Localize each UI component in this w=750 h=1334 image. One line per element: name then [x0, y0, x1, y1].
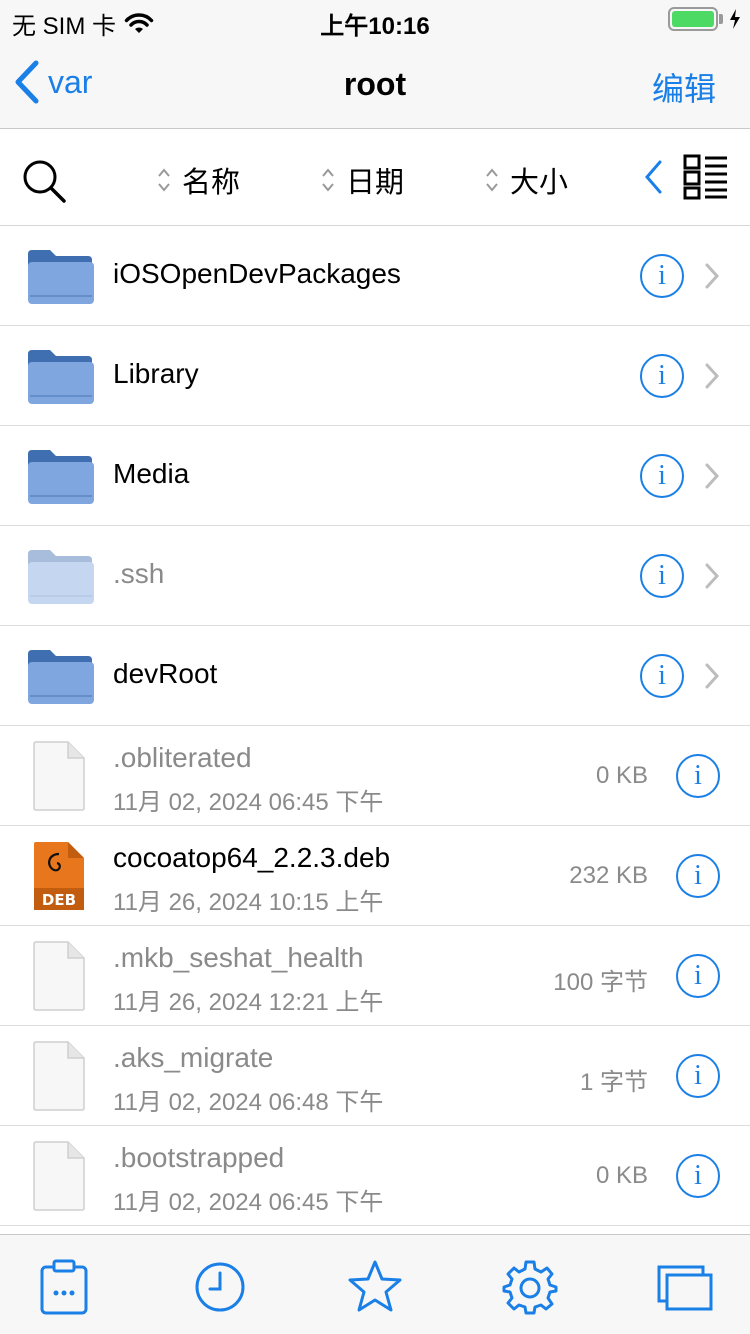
charging-bolt-icon — [730, 9, 740, 29]
document-icon — [33, 1041, 85, 1111]
sort-by-size[interactable]: 大小 — [484, 159, 568, 201]
item-size: 1 字节 — [579, 1069, 648, 1096]
item-date: 11月 02, 2024 06:45 下午 — [113, 1189, 384, 1216]
battery-icon — [668, 7, 723, 31]
page-title: root — [343, 66, 407, 102]
item-name: Media — [113, 458, 190, 489]
battery-tip — [719, 14, 723, 24]
item-name: .aks_migrate — [113, 1042, 274, 1073]
item-name: devRoot — [113, 658, 218, 689]
list-item[interactable]: DEB cocoatop64_2.2.3.deb 11月 26, 2024 10… — [0, 826, 750, 926]
chevron-right-icon — [705, 663, 720, 689]
tab-bar — [0, 1234, 750, 1334]
item-date: 11月 02, 2024 06:48 下午 — [113, 1089, 384, 1116]
status-bar: 无 SIM 卡 上午10:16 — [0, 0, 750, 40]
folder-icon — [28, 350, 94, 404]
sort-by-date[interactable]: 日期 — [320, 159, 404, 201]
item-name: Library — [113, 358, 199, 389]
deb-package-icon: DEB — [34, 842, 84, 910]
info-icon[interactable]: i — [640, 354, 684, 398]
list-view-icon[interactable] — [683, 154, 729, 200]
sort-date-label: 日期 — [346, 167, 405, 199]
item-name: .obliterated — [113, 742, 252, 773]
info-icon[interactable]: i — [640, 654, 684, 698]
info-icon[interactable]: i — [676, 954, 720, 998]
document-icon — [33, 941, 85, 1011]
battery-indicator — [668, 7, 742, 31]
star-icon[interactable] — [345, 1257, 405, 1317]
item-size: 0 KB — [595, 762, 648, 789]
item-name: .ssh — [113, 558, 165, 589]
info-icon[interactable]: i — [640, 454, 684, 498]
item-size: 232 KB — [569, 862, 648, 889]
list-item[interactable]: devRoot i — [0, 626, 750, 726]
item-name: .mkb_seshat_health — [113, 942, 364, 973]
file-list: iOSOpenDevPackages i Library i Media i .… — [0, 226, 750, 1226]
sort-arrows-icon — [486, 168, 498, 192]
clipboard-icon[interactable] — [34, 1257, 94, 1317]
list-item[interactable]: Media i — [0, 426, 750, 526]
folder-icon — [28, 450, 94, 504]
item-date: 11月 02, 2024 06:45 下午 — [113, 789, 384, 816]
list-item[interactable]: .aks_migrate 11月 02, 2024 06:48 下午 1 字节 … — [0, 1026, 750, 1126]
list-item[interactable]: .obliterated 11月 02, 2024 06:45 下午 0 KB … — [0, 726, 750, 826]
navigation-bar: var root 编辑 — [0, 40, 750, 129]
edit-button[interactable]: 编辑 — [652, 64, 716, 110]
sort-by-name[interactable]: 名称 — [156, 159, 240, 201]
gear-icon[interactable] — [500, 1257, 560, 1317]
item-name: iOSOpenDevPackages — [113, 258, 401, 289]
list-item[interactable]: Library i — [0, 326, 750, 426]
item-name: .bootstrapped — [113, 1142, 285, 1173]
item-date: 11月 26, 2024 12:21 上午 — [113, 989, 384, 1016]
info-icon[interactable]: i — [676, 754, 720, 798]
sort-arrows-icon — [322, 168, 334, 192]
windows-icon[interactable] — [655, 1257, 715, 1317]
list-item[interactable]: iOSOpenDevPackages i — [0, 226, 750, 326]
item-name: cocoatop64_2.2.3.deb — [113, 842, 391, 873]
chevron-right-icon — [705, 363, 720, 389]
clock-icon[interactable] — [190, 1257, 250, 1317]
battery-fill — [672, 11, 714, 27]
chevron-right-icon — [705, 263, 720, 289]
item-date: 11月 26, 2024 10:15 上午 — [113, 889, 384, 916]
list-item[interactable]: .bootstrapped 11月 02, 2024 06:45 下午 0 KB… — [0, 1126, 750, 1226]
info-icon[interactable]: i — [640, 554, 684, 598]
sort-arrows-icon — [158, 168, 170, 192]
sort-bar: 名称 日期 大小 — [0, 129, 750, 226]
info-icon[interactable]: i — [676, 1054, 720, 1098]
list-item[interactable]: .mkb_seshat_health 11月 26, 2024 12:21 上午… — [0, 926, 750, 1026]
search-icon[interactable] — [20, 157, 68, 205]
item-size: 0 KB — [595, 1162, 648, 1189]
chevron-right-icon — [705, 463, 720, 489]
document-icon — [33, 741, 85, 811]
svg-text:DEB: DEB — [42, 891, 76, 909]
chevron-right-icon — [705, 563, 720, 589]
info-icon[interactable]: i — [676, 854, 720, 898]
info-icon[interactable]: i — [676, 1154, 720, 1198]
info-icon[interactable]: i — [640, 254, 684, 298]
folder-icon — [28, 250, 94, 304]
folder-icon — [28, 650, 94, 704]
sort-size-label: 大小 — [510, 167, 569, 199]
list-item[interactable]: .ssh i — [0, 526, 750, 626]
chevron-left-icon[interactable] — [642, 159, 666, 195]
item-size: 100 字节 — [553, 969, 648, 996]
sort-name-label: 名称 — [182, 167, 241, 199]
folder-icon — [28, 550, 94, 604]
status-time: 上午10:16 — [320, 13, 430, 40]
document-icon — [33, 1141, 85, 1211]
